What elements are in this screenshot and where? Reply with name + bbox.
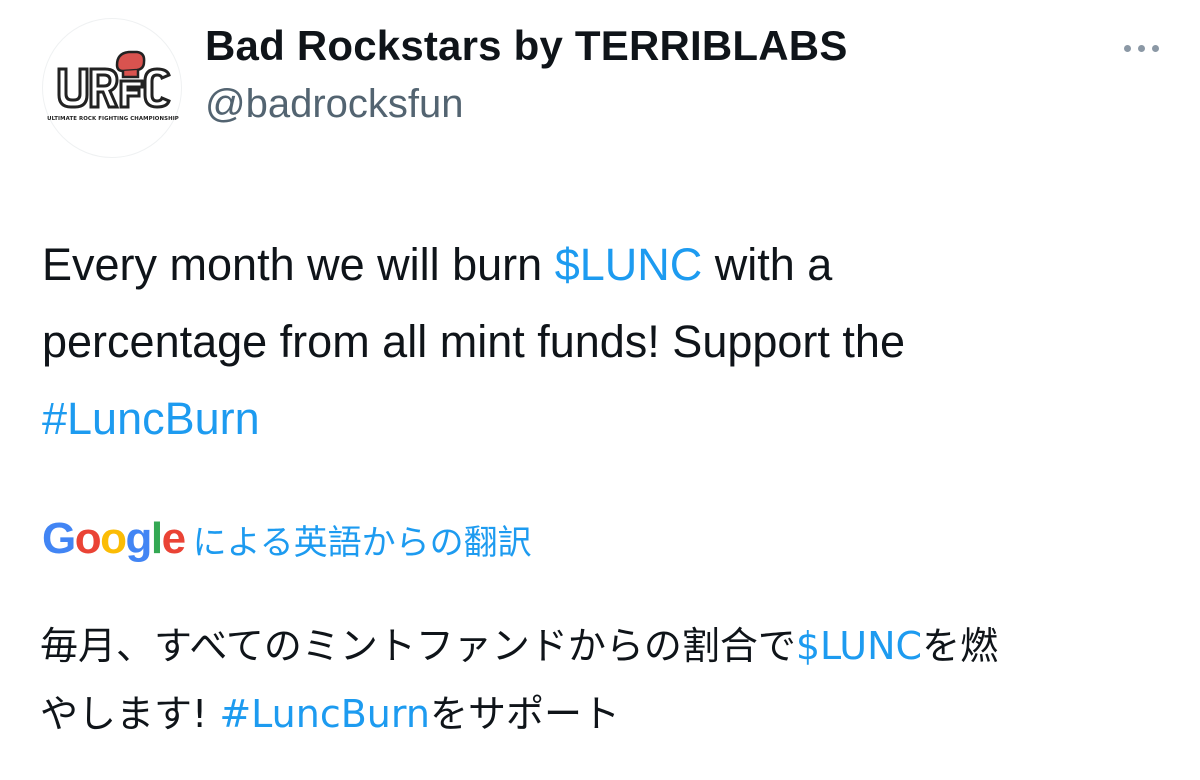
urfc-logo: ULTIMATE ROCK FIGHTING CHAMPIONSHIP — [47, 50, 179, 122]
more-options-button[interactable] — [1118, 36, 1164, 60]
google-logo: Google — [42, 514, 186, 563]
translated-segment: をサポート — [429, 692, 620, 736]
tweet: ULTIMATE ROCK FIGHTING CHAMPIONSHIP Bad … — [0, 0, 1200, 780]
tweet-text: Every month we will burn $LUNC with a pe… — [42, 226, 1162, 457]
hashtag-link[interactable]: #LuncBurn — [42, 393, 260, 444]
hashtag-link[interactable]: #LuncBurn — [219, 692, 430, 736]
translated-line: やします! #LuncBurnをサポート — [40, 680, 1170, 748]
tweet-line: #LuncBurn — [42, 380, 1162, 457]
translation-label-text: による英語からの翻訳 — [192, 522, 532, 563]
tweet-text-segment: Every month we will burn — [42, 239, 555, 290]
tweet-text-segment: with a — [702, 239, 833, 290]
tweet-line: Every month we will burn $LUNC with a — [42, 226, 1162, 303]
logo-subtext: ULTIMATE ROCK FIGHTING CHAMPIONSHIP — [47, 116, 179, 122]
cashtag-link[interactable]: $LUNC — [796, 624, 922, 668]
translated-segment: を燃 — [922, 624, 999, 668]
translation-label[interactable]: Google による英語からの翻訳 — [42, 514, 532, 570]
translated-segment: やします! — [40, 692, 220, 736]
translated-text: 毎月、すべてのミントファンドからの割合で$LUNCを燃 やします! #LuncB… — [40, 612, 1170, 748]
translated-line: 毎月、すべてのミントファンドからの割合で$LUNCを燃 — [40, 612, 1170, 680]
avatar[interactable]: ULTIMATE ROCK FIGHTING CHAMPIONSHIP — [42, 18, 182, 158]
cashtag-link[interactable]: $LUNC — [555, 239, 703, 290]
display-name[interactable]: Bad Rockstars by TERRIBLABS — [205, 22, 848, 70]
tweet-line: percentage from all mint funds! Support … — [42, 316, 905, 367]
translated-segment: 毎月、すべてのミントファンドからの割合で — [40, 624, 796, 668]
user-handle[interactable]: @badrocksfun — [205, 82, 464, 127]
